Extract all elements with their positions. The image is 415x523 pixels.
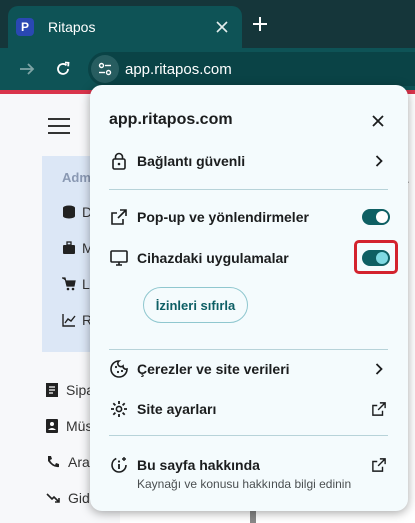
chevron-right-icon xyxy=(370,360,388,378)
browser-toolbar: app.ritapos.com xyxy=(0,48,415,90)
sidebar-item-customers[interactable]: Müs xyxy=(46,416,92,436)
address-bar[interactable]: app.ritapos.com xyxy=(88,52,415,86)
popups-toggle[interactable] xyxy=(362,209,390,225)
cookies-row[interactable]: Çerezler ve site verileri xyxy=(90,349,408,389)
tune-icon xyxy=(98,62,112,76)
about-label: Bu sayfa hakkında xyxy=(137,457,260,473)
chart-line-icon xyxy=(62,314,76,327)
divider xyxy=(109,435,388,436)
connection-row[interactable]: Bağlantı güvenli xyxy=(90,141,408,181)
cookie-icon xyxy=(109,359,129,379)
forward-arrow-icon xyxy=(20,63,35,75)
admin-label: Adm xyxy=(62,170,91,185)
popup-title: app.ritapos.com xyxy=(109,111,233,128)
reload-icon xyxy=(57,61,70,75)
database-icon xyxy=(63,205,75,219)
sidebar-item-orders[interactable]: Sipa xyxy=(46,380,94,400)
reload-button[interactable] xyxy=(50,56,76,82)
close-popup-button[interactable] xyxy=(366,109,390,133)
connection-label: Bağlantı güvenli xyxy=(137,153,246,169)
url-text[interactable]: app.ritapos.com xyxy=(125,61,232,78)
forward-button[interactable] xyxy=(14,56,40,82)
close-icon xyxy=(372,115,384,127)
about-description: Kaynağı ve konusu hakkında bilgi edinin xyxy=(137,477,352,491)
hamburger-menu-icon[interactable] xyxy=(48,118,70,134)
cookies-label: Çerezler ve site verileri xyxy=(137,361,290,377)
tab-ritapos[interactable]: P Ritapos xyxy=(8,6,242,48)
chevron-right-icon xyxy=(370,152,388,170)
open-in-new-icon xyxy=(370,456,388,474)
tab-title: Ritapos xyxy=(48,19,96,35)
new-tab-button[interactable] xyxy=(248,12,272,36)
sidebar-item-calls[interactable]: Ara xyxy=(46,452,90,472)
receipt-icon xyxy=(46,383,58,397)
ritapos-favicon-icon: P xyxy=(16,18,34,36)
info-icon xyxy=(109,455,129,475)
briefcase-icon xyxy=(63,241,75,254)
device-apps-label: Cihazdaki uygulamalar xyxy=(137,250,289,266)
site-info-button[interactable] xyxy=(91,55,119,83)
popups-label: Pop-up ve yönlendirmeler xyxy=(137,209,309,225)
monitor-icon xyxy=(109,248,129,268)
reset-permissions-button[interactable]: İzinleri sıfırla xyxy=(143,287,248,323)
gear-icon xyxy=(109,399,129,419)
open-in-new-icon xyxy=(370,400,388,418)
divider xyxy=(109,189,388,190)
phone-icon xyxy=(48,456,59,468)
lock-icon xyxy=(109,151,129,171)
popups-permission-row[interactable]: Pop-up ve yönlendirmeler xyxy=(90,197,408,237)
trend-down-icon xyxy=(46,493,60,503)
open-in-new-icon xyxy=(109,207,129,227)
cart-icon xyxy=(62,277,76,291)
site-settings-label: Site ayarları xyxy=(137,401,217,417)
close-tab-icon[interactable] xyxy=(212,17,232,37)
site-info-popup: app.ritapos.com Bağlantı güvenli Pop-up … xyxy=(90,85,408,511)
toggle-highlight-box xyxy=(354,240,398,274)
contact-card-icon xyxy=(46,419,58,433)
site-settings-row[interactable]: Site ayarları xyxy=(90,389,408,429)
tab-strip: P Ritapos xyxy=(0,0,415,48)
